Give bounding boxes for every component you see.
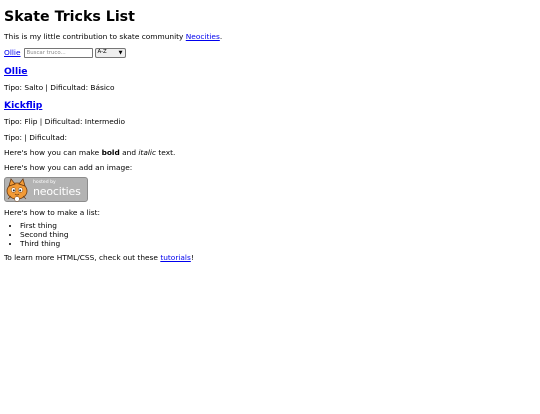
chevron-down-icon: ▼ [118,49,123,56]
formatting-before: Here's how you can make [4,148,102,158]
footer-paragraph: To learn more HTML/CSS, check out these … [4,253,536,262]
intro-end: . [219,32,223,42]
bold-text: bold [101,148,120,158]
badge-text: hosted by neocities [33,180,81,199]
list-item: First thing [20,221,536,230]
tutorials-link[interactable]: tutorials [160,253,191,262]
intro-paragraph: This is my little contribution to skate … [4,32,536,41]
neocities-cat-icon [6,177,28,202]
page-content: Skate Tricks List This is my little cont… [0,9,540,262]
trick-heading: Kickflip [4,100,536,111]
footer-text: To learn more HTML/CSS, check out these [4,252,161,262]
page-title: Skate Tricks List [4,9,135,25]
search-input[interactable] [23,47,93,58]
trick-heading: Ollie [4,66,536,77]
sort-select[interactable]: A-Z ▼ [94,47,126,58]
formatting-example: Here's how you can make bold and italic … [4,148,536,157]
trick-controls: Ollie A-Z ▼ [4,47,536,58]
badge-big-text: neocities [33,185,81,199]
sort-select-value: A-Z [97,49,107,56]
trick-link-ollie-heading[interactable]: Ollie [4,66,28,77]
trick-entry: Ollie Tipo: Salto | Dificultad: Básico [4,66,536,92]
empty-trick-details: Tipo: | Dificultad: [4,132,68,142]
image-intro: Here's how you can add an image: [4,163,133,173]
trick-link-ollie[interactable]: Ollie [4,48,21,57]
italic-text: italic [138,148,157,158]
trick-link-kickflip-heading[interactable]: Kickflip [4,100,42,111]
trick-entry: Kickflip Tipo: Flip | Dificultad: Interm… [4,100,536,126]
example-list: First thing Second thing Third thing [4,221,536,249]
footer-end: ! [190,252,194,262]
neocities-link[interactable]: Neocities [186,32,220,41]
list-item: Second thing [20,230,536,239]
neocities-badge: hosted by neocities [4,176,88,202]
trick-details: Tipo: Salto | Dificultad: Básico [4,83,115,93]
formatting-middle: and [119,148,139,158]
trick-details: Tipo: Flip | Dificultad: Intermedio [4,116,126,126]
intro-text: This is my little contribution to skate … [4,32,186,42]
formatting-after: text. [156,148,176,158]
list-intro: Here's how to make a list: [4,207,100,217]
list-item: Third thing [20,239,536,248]
